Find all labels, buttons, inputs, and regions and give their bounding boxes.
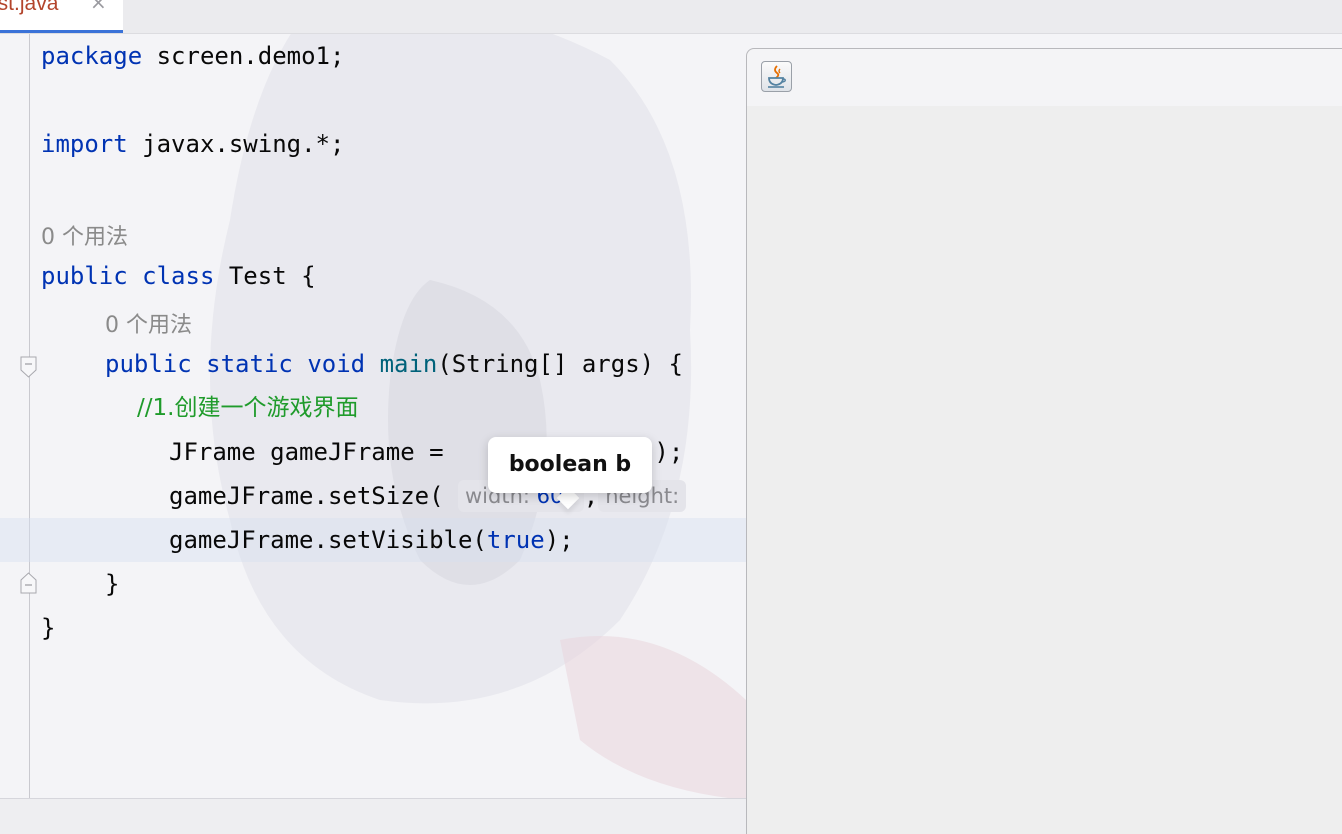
status-bar <box>0 799 746 834</box>
fold-marker-icon[interactable] <box>20 356 37 378</box>
code-comment[interactable]: //1.创建一个游戏界面 <box>137 386 358 430</box>
gutter-divider <box>29 34 30 799</box>
tab-label: est.java <box>0 0 59 15</box>
java-coffee-icon[interactable] <box>761 61 792 92</box>
code-close-brace-method[interactable]: } <box>105 562 119 606</box>
code-close-brace-class[interactable]: } <box>41 606 55 650</box>
parameter-info-tooltip: boolean b <box>488 437 652 493</box>
jframe-window[interactable] <box>746 48 1342 834</box>
close-icon[interactable]: × <box>90 0 107 14</box>
window-title-bar[interactable] <box>747 49 1342 106</box>
editor-tab-bar: est.java × <box>0 0 1342 34</box>
code-line-main[interactable]: public static void main(String[] args) { <box>105 342 683 386</box>
code-line-import[interactable]: import javax.swing.*; <box>41 122 344 166</box>
usage-hint[interactable]: 0 个用法 <box>41 219 128 251</box>
code-line-class[interactable]: public class Test { <box>41 254 316 298</box>
usage-hint[interactable]: 0 个用法 <box>105 307 192 339</box>
tab-test-java[interactable]: est.java × <box>0 0 123 33</box>
code-line-package[interactable]: package screen.demo1; <box>41 34 344 78</box>
fold-end-marker-icon[interactable] <box>20 572 37 594</box>
code-line-setvisible[interactable]: gameJFrame.setVisible(true); <box>169 518 574 562</box>
